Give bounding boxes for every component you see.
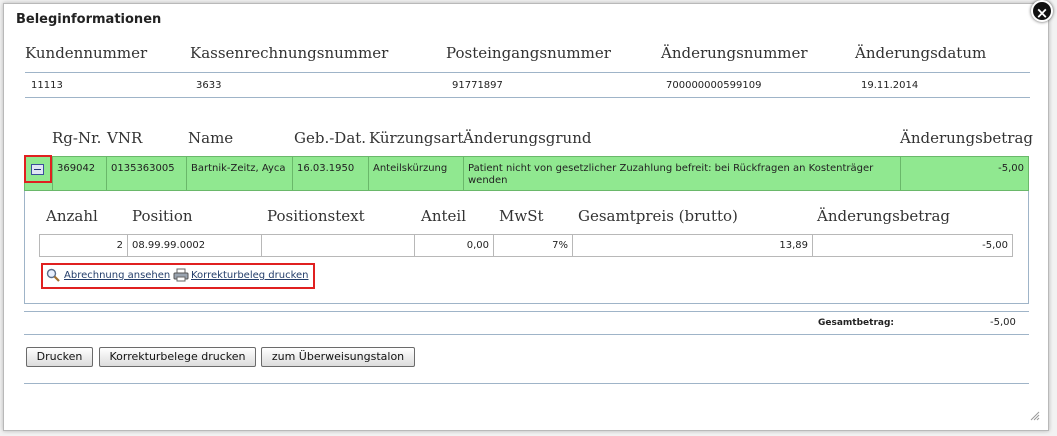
col-geb-dat: Geb.-Dat. <box>294 129 367 147</box>
dialog-title: Beleginformationen <box>16 12 162 27</box>
cell-aenderungsgrund: Patient nicht von gesetzlicher Zuzahlung… <box>464 157 901 190</box>
cell-vnr: 0135363005 <box>107 157 187 190</box>
position-detail-panel: Anzahl Position Positionstext Anteil MwS… <box>24 191 1029 304</box>
cell-geb-dat: 16.03.1950 <box>293 157 369 190</box>
printer-icon[interactable] <box>173 268 189 282</box>
expand-highlight <box>24 155 52 183</box>
col-aenderungsgrund: Änderungsgrund <box>463 129 592 147</box>
value-aenderungsnummer: 700000000599109 <box>666 80 762 91</box>
cell-anteil: 0,00 <box>415 235 494 256</box>
table-row[interactable]: 369042 0135363005 Bartnik-Zeitz, Ayca 16… <box>24 156 1029 191</box>
actions-highlight: Abrechnung ansehen Korrekturbeleg drucke… <box>41 263 315 289</box>
col-kundennummer: Kundennummer <box>25 44 148 62</box>
transfer-slip-button[interactable]: zum Überweisungstalon <box>261 347 415 367</box>
cell-anzahl: 2 <box>40 235 128 256</box>
col-anteil: Anteil <box>421 207 466 225</box>
col-kuerzungsart: Kürzungsart <box>369 129 464 147</box>
cell-positionstext <box>262 235 415 256</box>
cell-kuerzungsart: Anteilskürzung <box>369 157 464 190</box>
close-icon[interactable]: × <box>1031 0 1053 22</box>
print-correction-link[interactable]: Korrekturbeleg drucken <box>191 270 309 281</box>
footer-divider <box>24 383 1029 384</box>
col-pos-aenderungsbetrag: Änderungsbetrag <box>817 207 950 225</box>
col-aenderungsdatum: Änderungsdatum <box>855 44 987 62</box>
col-anzahl: Anzahl <box>46 207 98 225</box>
magnifier-icon[interactable] <box>46 268 60 282</box>
cell-aenderungsbetrag: -5,00 <box>998 163 1024 174</box>
col-positionstext: Positionstext <box>267 207 365 225</box>
col-name: Name <box>188 129 234 147</box>
print-corrections-button[interactable]: Korrekturbelege drucken <box>99 347 256 367</box>
resize-grip-icon[interactable] <box>1028 409 1040 421</box>
view-billing-link[interactable]: Abrechnung ansehen <box>64 270 170 281</box>
cell-name: Bartnik-Zeitz, Ayca <box>187 157 293 190</box>
col-rg-nr: Rg-Nr. <box>52 129 102 147</box>
value-kassenrechnungsnummer: 3633 <box>196 80 222 91</box>
total-value: -5,00 <box>990 317 1016 328</box>
totals-divider-bottom <box>24 334 1029 335</box>
col-mwst: MwSt <box>499 207 544 225</box>
cell-rg-nr: 369042 <box>53 157 107 190</box>
col-kassenrechnungsnummer: Kassenrechnungsnummer <box>190 44 389 62</box>
col-aenderungsnummer: Änderungsnummer <box>661 44 808 62</box>
cell-gesamtpreis: 13,89 <box>573 235 813 256</box>
col-posteingangsnummer: Posteingangsnummer <box>446 44 611 62</box>
position-row: 2 08.99.99.0002 0,00 7% 13,89 -5,00 <box>39 234 1013 257</box>
header-divider-bottom <box>25 97 1030 98</box>
col-aenderungsbetrag: Änderungsbetrag <box>900 129 1033 147</box>
cell-position: 08.99.99.0002 <box>128 235 262 256</box>
value-posteingangsnummer: 91771897 <box>452 80 503 91</box>
value-kundennummer: 11113 <box>31 80 63 91</box>
total-label: Gesamtbetrag: <box>818 318 895 328</box>
print-button[interactable]: Drucken <box>26 347 93 367</box>
cell-pos-aenderungsbetrag: -5,00 <box>982 240 1008 251</box>
minus-icon[interactable] <box>31 164 44 175</box>
col-gesamtpreis: Gesamtpreis (brutto) <box>578 207 738 225</box>
col-position: Position <box>132 207 193 225</box>
cell-mwst: 7% <box>494 235 573 256</box>
totals-divider-top <box>24 311 1029 312</box>
value-aenderungsdatum: 19.11.2014 <box>861 80 919 91</box>
header-divider-top <box>25 72 1030 73</box>
col-vnr: VNR <box>107 129 143 147</box>
